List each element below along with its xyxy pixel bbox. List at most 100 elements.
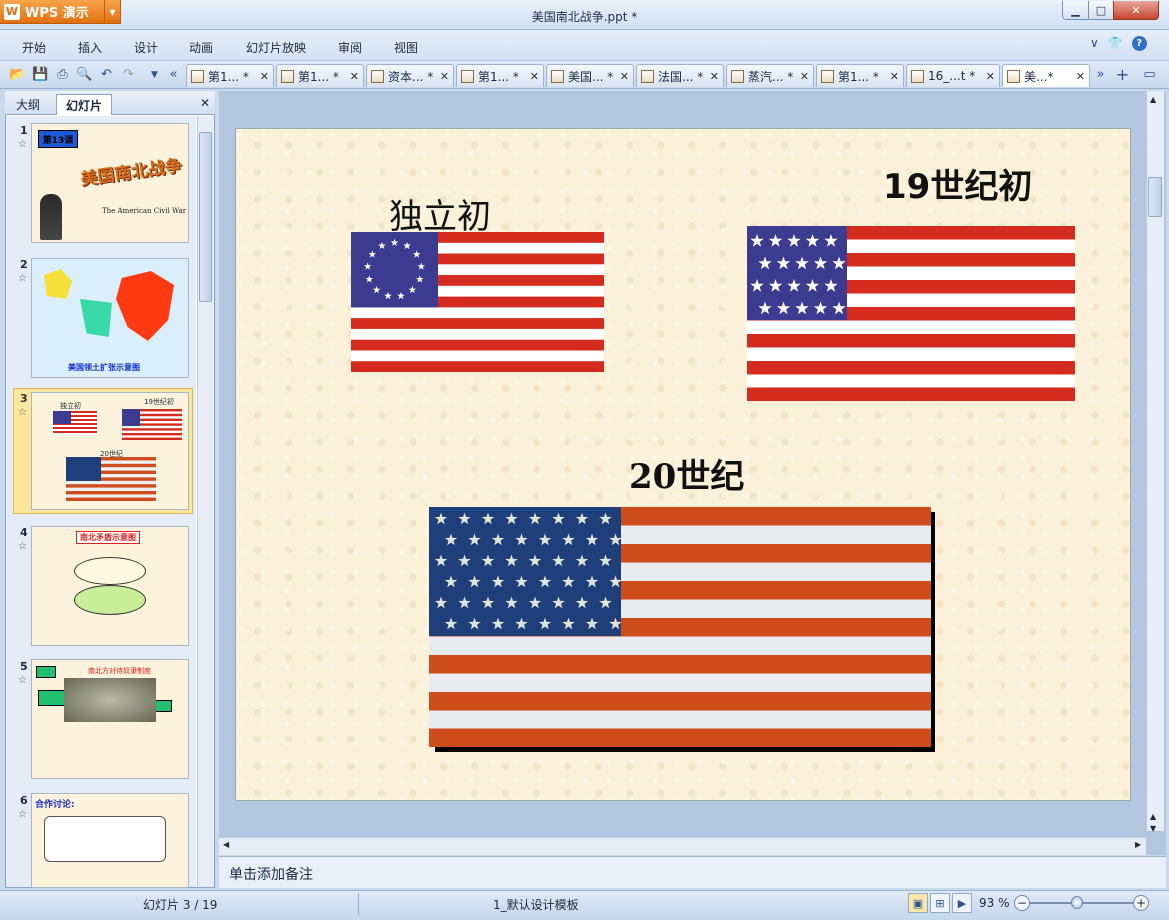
help-icon[interactable]: ? — [1131, 36, 1147, 51]
normal-view-icon[interactable]: ▣ — [908, 893, 928, 913]
thumbnail-scrollbar-thumb[interactable] — [199, 132, 212, 302]
mini-flag-icon — [53, 411, 97, 435]
close-tab-icon[interactable]: ✕ — [620, 70, 629, 83]
print-icon[interactable]: ⎙ — [54, 66, 71, 83]
zoom-slider-knob[interactable] — [1071, 896, 1083, 909]
close-tab-icon[interactable]: ✕ — [890, 70, 899, 83]
close-tab-icon[interactable]: ✕ — [260, 70, 269, 83]
editor-horizontal-scrollbar[interactable] — [219, 837, 1146, 855]
tabs-scroll-right-icon[interactable]: » — [1092, 66, 1109, 83]
close-tab-icon[interactable]: ✕ — [530, 70, 539, 83]
menu-home[interactable]: 开始 — [22, 39, 46, 56]
doc-tab-8[interactable]: 第1... * ✕ — [816, 64, 904, 87]
zoom-in-icon[interactable]: + — [1133, 895, 1149, 911]
thumb-caption: 南北矛盾示意图 — [76, 531, 140, 544]
mini-flag-icon — [66, 457, 156, 501]
doc-tab-3[interactable]: 资本... * ✕ — [366, 64, 454, 87]
skin-icon[interactable]: 👕 — [1108, 36, 1123, 51]
design-template-name[interactable]: 1_默认设计模板 — [493, 896, 579, 913]
undo-icon[interactable]: ↶ — [98, 66, 115, 83]
new-tab-icon[interactable]: + — [1114, 65, 1131, 84]
tab-list-icon[interactable]: ▭ — [1141, 66, 1158, 83]
next-slide-icon[interactable]: ▼ — [1150, 824, 1156, 833]
close-tab-icon[interactable]: ✕ — [350, 70, 359, 83]
slide-canvas[interactable]: 独立初 19世纪初 20世纪 — [235, 128, 1131, 801]
flag-20-stars[interactable] — [747, 226, 1075, 401]
minimize-button[interactable]: ▁ — [1062, 1, 1089, 20]
close-tab-icon[interactable]: ✕ — [800, 70, 809, 83]
doc-tab-5[interactable]: 美国... * ✕ — [546, 64, 634, 87]
ppt-file-icon — [281, 69, 294, 83]
slide-thumbnail-3[interactable]: 独立初 19世纪初 20世纪 — [31, 392, 189, 510]
menu-design[interactable]: 设计 — [134, 39, 158, 56]
thumb-number: 3 — [20, 392, 28, 405]
menu-review[interactable]: 审阅 — [338, 39, 362, 56]
scroll-shape — [44, 816, 166, 862]
thumb-number: 4 — [20, 526, 28, 539]
ellipse-shape — [74, 585, 146, 615]
prev-slide-icon[interactable]: ▲ — [1150, 812, 1156, 821]
maximize-button[interactable]: □ — [1088, 1, 1114, 20]
zoom-level[interactable]: 93 % — [979, 896, 1010, 910]
flag-13-stars[interactable] — [351, 232, 604, 372]
doc-tab-7[interactable]: 蒸汽... * ✕ — [726, 64, 814, 87]
redo-icon[interactable]: ↷ — [120, 66, 137, 83]
map-region-icon — [80, 299, 112, 337]
menu-animation[interactable]: 动画 — [189, 39, 213, 56]
scroll-up-icon[interactable]: ▲ — [1150, 95, 1156, 104]
doc-tab-6[interactable]: 法国... * ✕ — [636, 64, 724, 87]
tabs-scroll-left-icon[interactable]: « — [165, 66, 182, 83]
label-box-icon — [36, 666, 56, 678]
scroll-left-icon[interactable]: ◀ — [223, 840, 229, 849]
scroll-right-icon[interactable]: ▶ — [1135, 840, 1141, 849]
doc-tab-active[interactable]: 美...* ✕ — [1002, 64, 1090, 87]
doc-tab-1[interactable]: 第1... * ✕ — [186, 64, 274, 87]
map-region-icon — [116, 271, 174, 341]
close-pane-icon[interactable]: ✕ — [200, 96, 210, 110]
tab-outline[interactable]: 大纲 — [8, 94, 48, 115]
slide-sorter-icon[interactable]: ⊞ — [930, 893, 950, 913]
flag-48-stars[interactable] — [429, 507, 931, 747]
zoom-out-icon[interactable]: − — [1014, 895, 1030, 911]
lincoln-figure-icon — [40, 194, 62, 240]
ppt-file-icon — [371, 69, 384, 83]
collapse-ribbon-icon[interactable]: ∨ — [1090, 36, 1099, 51]
thumb-number: 5 — [20, 660, 28, 673]
menu-view[interactable]: 视图 — [394, 39, 418, 56]
thumb-number: 2 — [20, 258, 28, 271]
label-20th-century[interactable]: 20世纪 — [629, 449, 744, 498]
doc-tab-2[interactable]: 第1... * ✕ — [276, 64, 364, 87]
slideshow-icon[interactable]: ▶ — [952, 893, 972, 913]
ppt-file-icon — [191, 69, 204, 83]
slide-thumbnail-6[interactable]: 合作讨论: — [31, 793, 189, 888]
thumb-number: 1 — [20, 124, 28, 137]
print-preview-icon[interactable]: 🔍 — [76, 66, 93, 83]
close-tab-icon[interactable]: ✕ — [986, 70, 995, 83]
star-icon: ☆ — [18, 407, 27, 418]
close-tab-icon[interactable]: ✕ — [440, 70, 449, 83]
ppt-file-icon — [461, 69, 474, 83]
doc-tab-9[interactable]: 16_...t * ✕ — [906, 64, 1000, 87]
slide-thumbnail-2[interactable]: 美国领土扩张示意图 — [31, 258, 189, 378]
save-icon[interactable]: 💾 — [32, 66, 49, 83]
slide-thumbnail-1[interactable]: 第13课 美国南北战争 The American Civil War — [31, 123, 189, 243]
slide-thumbnail-4[interactable]: 南北矛盾示意图 — [31, 526, 189, 646]
menu-insert[interactable]: 插入 — [78, 39, 102, 56]
notes-area[interactable]: 单击添加备注 — [219, 856, 1166, 888]
menu-slideshow[interactable]: 幻灯片放映 — [246, 39, 306, 56]
illustration-icon — [64, 678, 156, 722]
lesson-badge: 第13课 — [38, 130, 78, 148]
close-window-button[interactable]: ✕ — [1113, 1, 1159, 20]
label-independence[interactable]: 独立初 — [389, 189, 491, 238]
thumb-subtitle: The American Civil War — [102, 207, 187, 215]
doc-tab-4[interactable]: 第1... * ✕ — [456, 64, 544, 87]
label-19th-century[interactable]: 19世纪初 — [883, 159, 1032, 208]
open-folder-icon[interactable]: 📂 — [9, 66, 26, 83]
thumb-label: 独立初 — [60, 402, 81, 410]
tab-slides[interactable]: 幻灯片 — [56, 94, 112, 115]
toolbar-dropdown-icon[interactable]: ▼ — [146, 66, 163, 83]
slide-thumbnail-5[interactable]: 南北方对待奴隶制度 — [31, 659, 189, 779]
close-tab-icon[interactable]: ✕ — [1076, 70, 1085, 83]
close-tab-icon[interactable]: ✕ — [710, 70, 719, 83]
editor-scrollbar-thumb[interactable] — [1148, 177, 1162, 217]
